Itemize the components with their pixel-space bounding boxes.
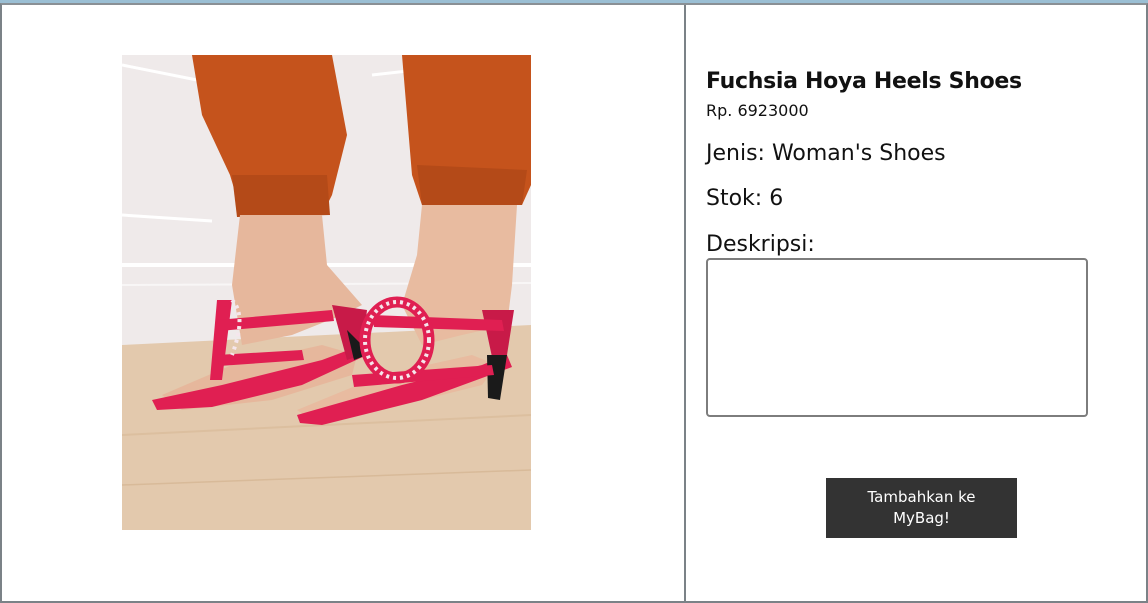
heels-photo — [122, 55, 531, 530]
product-type-label: Jenis: — [706, 141, 765, 166]
info-panel: Fuchsia Hoya Heels Shoes Rp. 6923000 Jen… — [686, 5, 1146, 601]
description-label: Deskripsi: — [706, 232, 815, 257]
description-box — [706, 258, 1088, 417]
image-panel — [2, 5, 686, 601]
product-detail-card: Fuchsia Hoya Heels Shoes Rp. 6923000 Jen… — [0, 3, 1148, 603]
product-type-value: Woman's Shoes — [771, 141, 946, 166]
product-price: Rp. 6923000 — [706, 101, 809, 120]
product-stock-value: 6 — [769, 186, 784, 211]
product-title: Fuchsia Hoya Heels Shoes — [706, 69, 1022, 94]
product-stock-label: Stok: — [706, 186, 763, 211]
product-image — [122, 55, 531, 530]
product-type-row: Jenis: Woman's Shoes — [706, 141, 946, 166]
product-stock-row: Stok: 6 — [706, 186, 783, 211]
add-to-bag-button[interactable]: Tambahkan ke MyBag! — [826, 478, 1017, 538]
